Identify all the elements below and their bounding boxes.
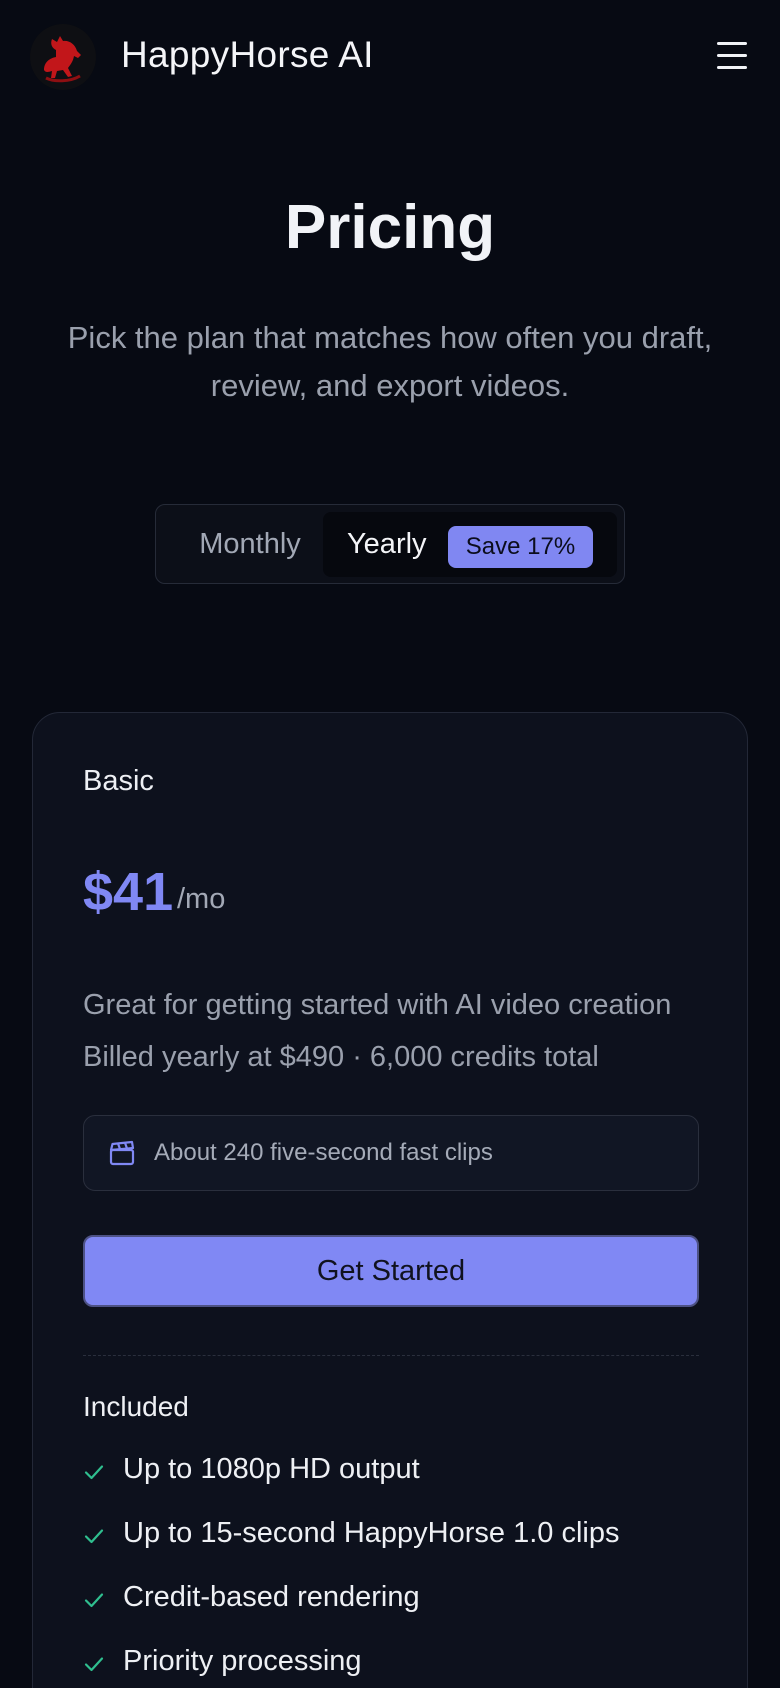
hamburger-menu-icon[interactable] (714, 38, 750, 72)
clip-estimate-box: About 240 five-second fast clips (83, 1115, 699, 1191)
billing-option-yearly[interactable]: Yearly Save 17% (323, 512, 617, 577)
check-icon (84, 1529, 104, 1544)
feature-item: Credit-based rendering (83, 1577, 699, 1641)
included-heading: Included (83, 1391, 189, 1422)
site-header: HappyHorse AI (0, 0, 780, 112)
check-icon (84, 1657, 104, 1672)
feature-item: Priority processing (83, 1641, 699, 1688)
pricing-page: HappyHorse AI Pricing Pick the plan that… (0, 0, 780, 1688)
billing-option-monthly[interactable]: Monthly (170, 515, 330, 573)
check-icon (84, 1593, 104, 1608)
clip-estimate-text: About 240 five-second fast clips (154, 1139, 493, 1166)
plan-billing-note: Billed yearly at $490 · 6,000 credits to… (83, 1041, 599, 1073)
feature-item: Up to 15-second HappyHorse 1.0 clips (83, 1513, 699, 1577)
billing-toggle: Monthly Yearly Save 17% (155, 504, 625, 584)
feature-list: Up to 1080p HD output Up to 15-second Ha… (83, 1449, 699, 1688)
section-divider (83, 1355, 699, 1356)
page-subtitle: Pick the plan that matches how often you… (67, 320, 713, 403)
plan-price: $41 (83, 862, 174, 922)
feature-text: Credit-based rendering (123, 1581, 420, 1613)
plan-description: Great for getting started with AI video … (83, 989, 672, 1021)
plan-name: Basic (83, 765, 154, 797)
save-badge: Save 17% (448, 526, 593, 568)
brand-name[interactable]: HappyHorse AI (121, 34, 374, 76)
feature-text: Up to 15-second HappyHorse 1.0 clips (123, 1517, 620, 1549)
get-started-button[interactable]: Get Started (83, 1235, 699, 1307)
horse-logo-icon[interactable] (30, 24, 96, 90)
feature-text: Up to 1080p HD output (123, 1453, 420, 1485)
check-icon (84, 1465, 104, 1480)
feature-item: Up to 1080p HD output (83, 1449, 699, 1513)
yearly-label: Yearly (347, 528, 427, 560)
clapperboard-icon (109, 1140, 135, 1166)
feature-text: Priority processing (123, 1645, 362, 1677)
plan-card-basic: Basic $41 /mo Great for getting started … (32, 712, 748, 1688)
page-title: Pricing (284, 193, 496, 262)
plan-period: /mo (177, 883, 226, 915)
